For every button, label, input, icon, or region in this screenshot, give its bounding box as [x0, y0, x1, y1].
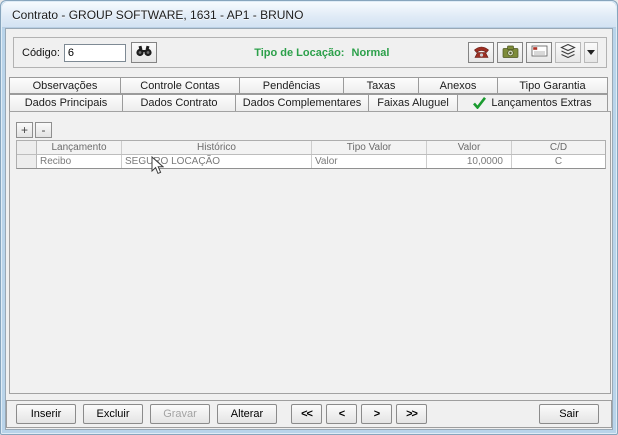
remove-row-button[interactable]: -: [35, 122, 52, 138]
col-valor: Valor: [427, 141, 512, 154]
first-record-button[interactable]: <<: [291, 404, 322, 424]
tab-dados-complementares[interactable]: Dados Complementares: [235, 94, 369, 112]
lancamentos-extras-page: + - Lançamento Histórico Tipo Valor Valo…: [9, 111, 611, 394]
excluir-button[interactable]: Excluir: [83, 404, 143, 424]
tab-taxas[interactable]: Taxas: [343, 77, 419, 94]
tab-label: Pendências: [262, 79, 321, 92]
cell-valor[interactable]: 10,0000: [427, 155, 512, 168]
tab-label: Controle Contas: [140, 79, 220, 92]
cell-tipo-valor[interactable]: Valor: [312, 155, 427, 168]
tab-observacoes[interactable]: Observações: [9, 77, 121, 94]
dropdown-arrow-icon: [587, 50, 595, 55]
codigo-toolbar: Código: 6 Tipo de Locação: Normal: [13, 37, 607, 68]
inserir-button[interactable]: Inserir: [16, 404, 76, 424]
screenshot: Contrato - GROUP SOFTWARE, 1631 - AP1 - …: [0, 0, 618, 435]
camera-button[interactable]: [497, 42, 523, 63]
tab-dados-principais[interactable]: Dados Principais: [9, 94, 123, 112]
contrato-window: Contrato - GROUP SOFTWARE, 1631 - AP1 - …: [0, 0, 618, 435]
tab-pendencias[interactable]: Pendências: [239, 77, 344, 94]
cell-historico[interactable]: SEGURO LOCAÇÃO: [122, 155, 312, 168]
cell-cd[interactable]: C: [512, 155, 605, 168]
tab-label: Observações: [32, 79, 98, 92]
tab-anexos[interactable]: Anexos: [418, 77, 498, 94]
checkmark-icon: [473, 97, 487, 109]
add-row-button[interactable]: +: [16, 122, 33, 138]
codigo-label: Código:: [22, 46, 60, 59]
tab-label: Lançamentos Extras: [491, 97, 592, 109]
tab-label: Anexos: [439, 79, 477, 92]
tab-label: Faixas Aluguel: [377, 97, 449, 109]
grid-indicator-header: [17, 141, 37, 154]
layers-icon: [560, 43, 576, 61]
col-lancamento: Lançamento: [37, 141, 122, 154]
tipo-locacao-value: Normal: [351, 46, 390, 59]
tipo-locacao-label: Tipo de Locação:: [254, 46, 345, 59]
search-button[interactable]: [130, 42, 157, 63]
envelope-icon: [531, 45, 548, 60]
lancamentos-grid: Lançamento Histórico Tipo Valor Valor C/…: [16, 140, 606, 169]
tab-label: Dados Complementares: [242, 97, 362, 109]
layers-dropdown-button[interactable]: [584, 42, 598, 63]
sair-button[interactable]: Sair: [539, 404, 599, 424]
tab-controle-contas[interactable]: Controle Contas: [120, 77, 240, 94]
col-tipo-valor: Tipo Valor: [312, 141, 427, 154]
codigo-input[interactable]: [63, 43, 126, 62]
tab-lancamentos-extras[interactable]: Lançamentos Extras: [457, 94, 608, 112]
tab-row-2: Dados Principais Dados Contrato Dados Co…: [9, 94, 611, 112]
tab-row-1: Observações Controle Contas Pendências T…: [9, 77, 611, 94]
title-bar[interactable]: Contrato - GROUP SOFTWARE, 1631 - AP1 - …: [2, 2, 616, 28]
tab-label: Taxas: [366, 79, 396, 92]
prev-record-button[interactable]: <: [326, 404, 357, 424]
tab-label: Dados Contrato: [140, 97, 218, 109]
col-cd: C/D: [549, 142, 568, 153]
col-historico: Histórico: [122, 141, 312, 154]
tab-tipo-garantia[interactable]: Tipo Garantia: [497, 77, 608, 94]
cell-lancamento[interactable]: Recibo: [37, 155, 122, 168]
tipo-locacao: Tipo de Locação: Normal: [254, 47, 389, 59]
grid-header-row: Lançamento Histórico Tipo Valor Valor C/…: [17, 141, 605, 155]
tab-label: Tipo Garantia: [519, 79, 586, 92]
binoculars-icon: [136, 45, 152, 60]
envelope-button[interactable]: [526, 42, 552, 63]
last-record-button[interactable]: >>: [396, 404, 427, 424]
table-row[interactable]: Recibo SEGURO LOCAÇÃO Valor 10,0000 C: [17, 155, 605, 168]
alterar-button[interactable]: Alterar: [217, 404, 277, 424]
layers-button[interactable]: [555, 42, 581, 63]
toolbar-icon-group: [465, 42, 598, 63]
tab-faixas-aluguel[interactable]: Faixas Aluguel: [368, 94, 458, 112]
tab-dados-contrato[interactable]: Dados Contrato: [122, 94, 236, 112]
row-indicator-cell: [17, 155, 37, 168]
tab-label: Dados Principais: [24, 97, 108, 109]
phone-button[interactable]: [468, 42, 494, 63]
phone-icon: [473, 45, 490, 61]
next-record-button[interactable]: >: [361, 404, 392, 424]
footer-button-bar: Inserir Excluir Gravar Alterar << < > >>…: [6, 400, 612, 428]
window-client-area: Código: 6 Tipo de Locação: Normal Observ…: [5, 28, 613, 430]
gravar-button: Gravar: [150, 404, 210, 424]
window-title: Contrato - GROUP SOFTWARE, 1631 - AP1 - …: [12, 7, 304, 22]
camera-icon: [502, 45, 519, 61]
